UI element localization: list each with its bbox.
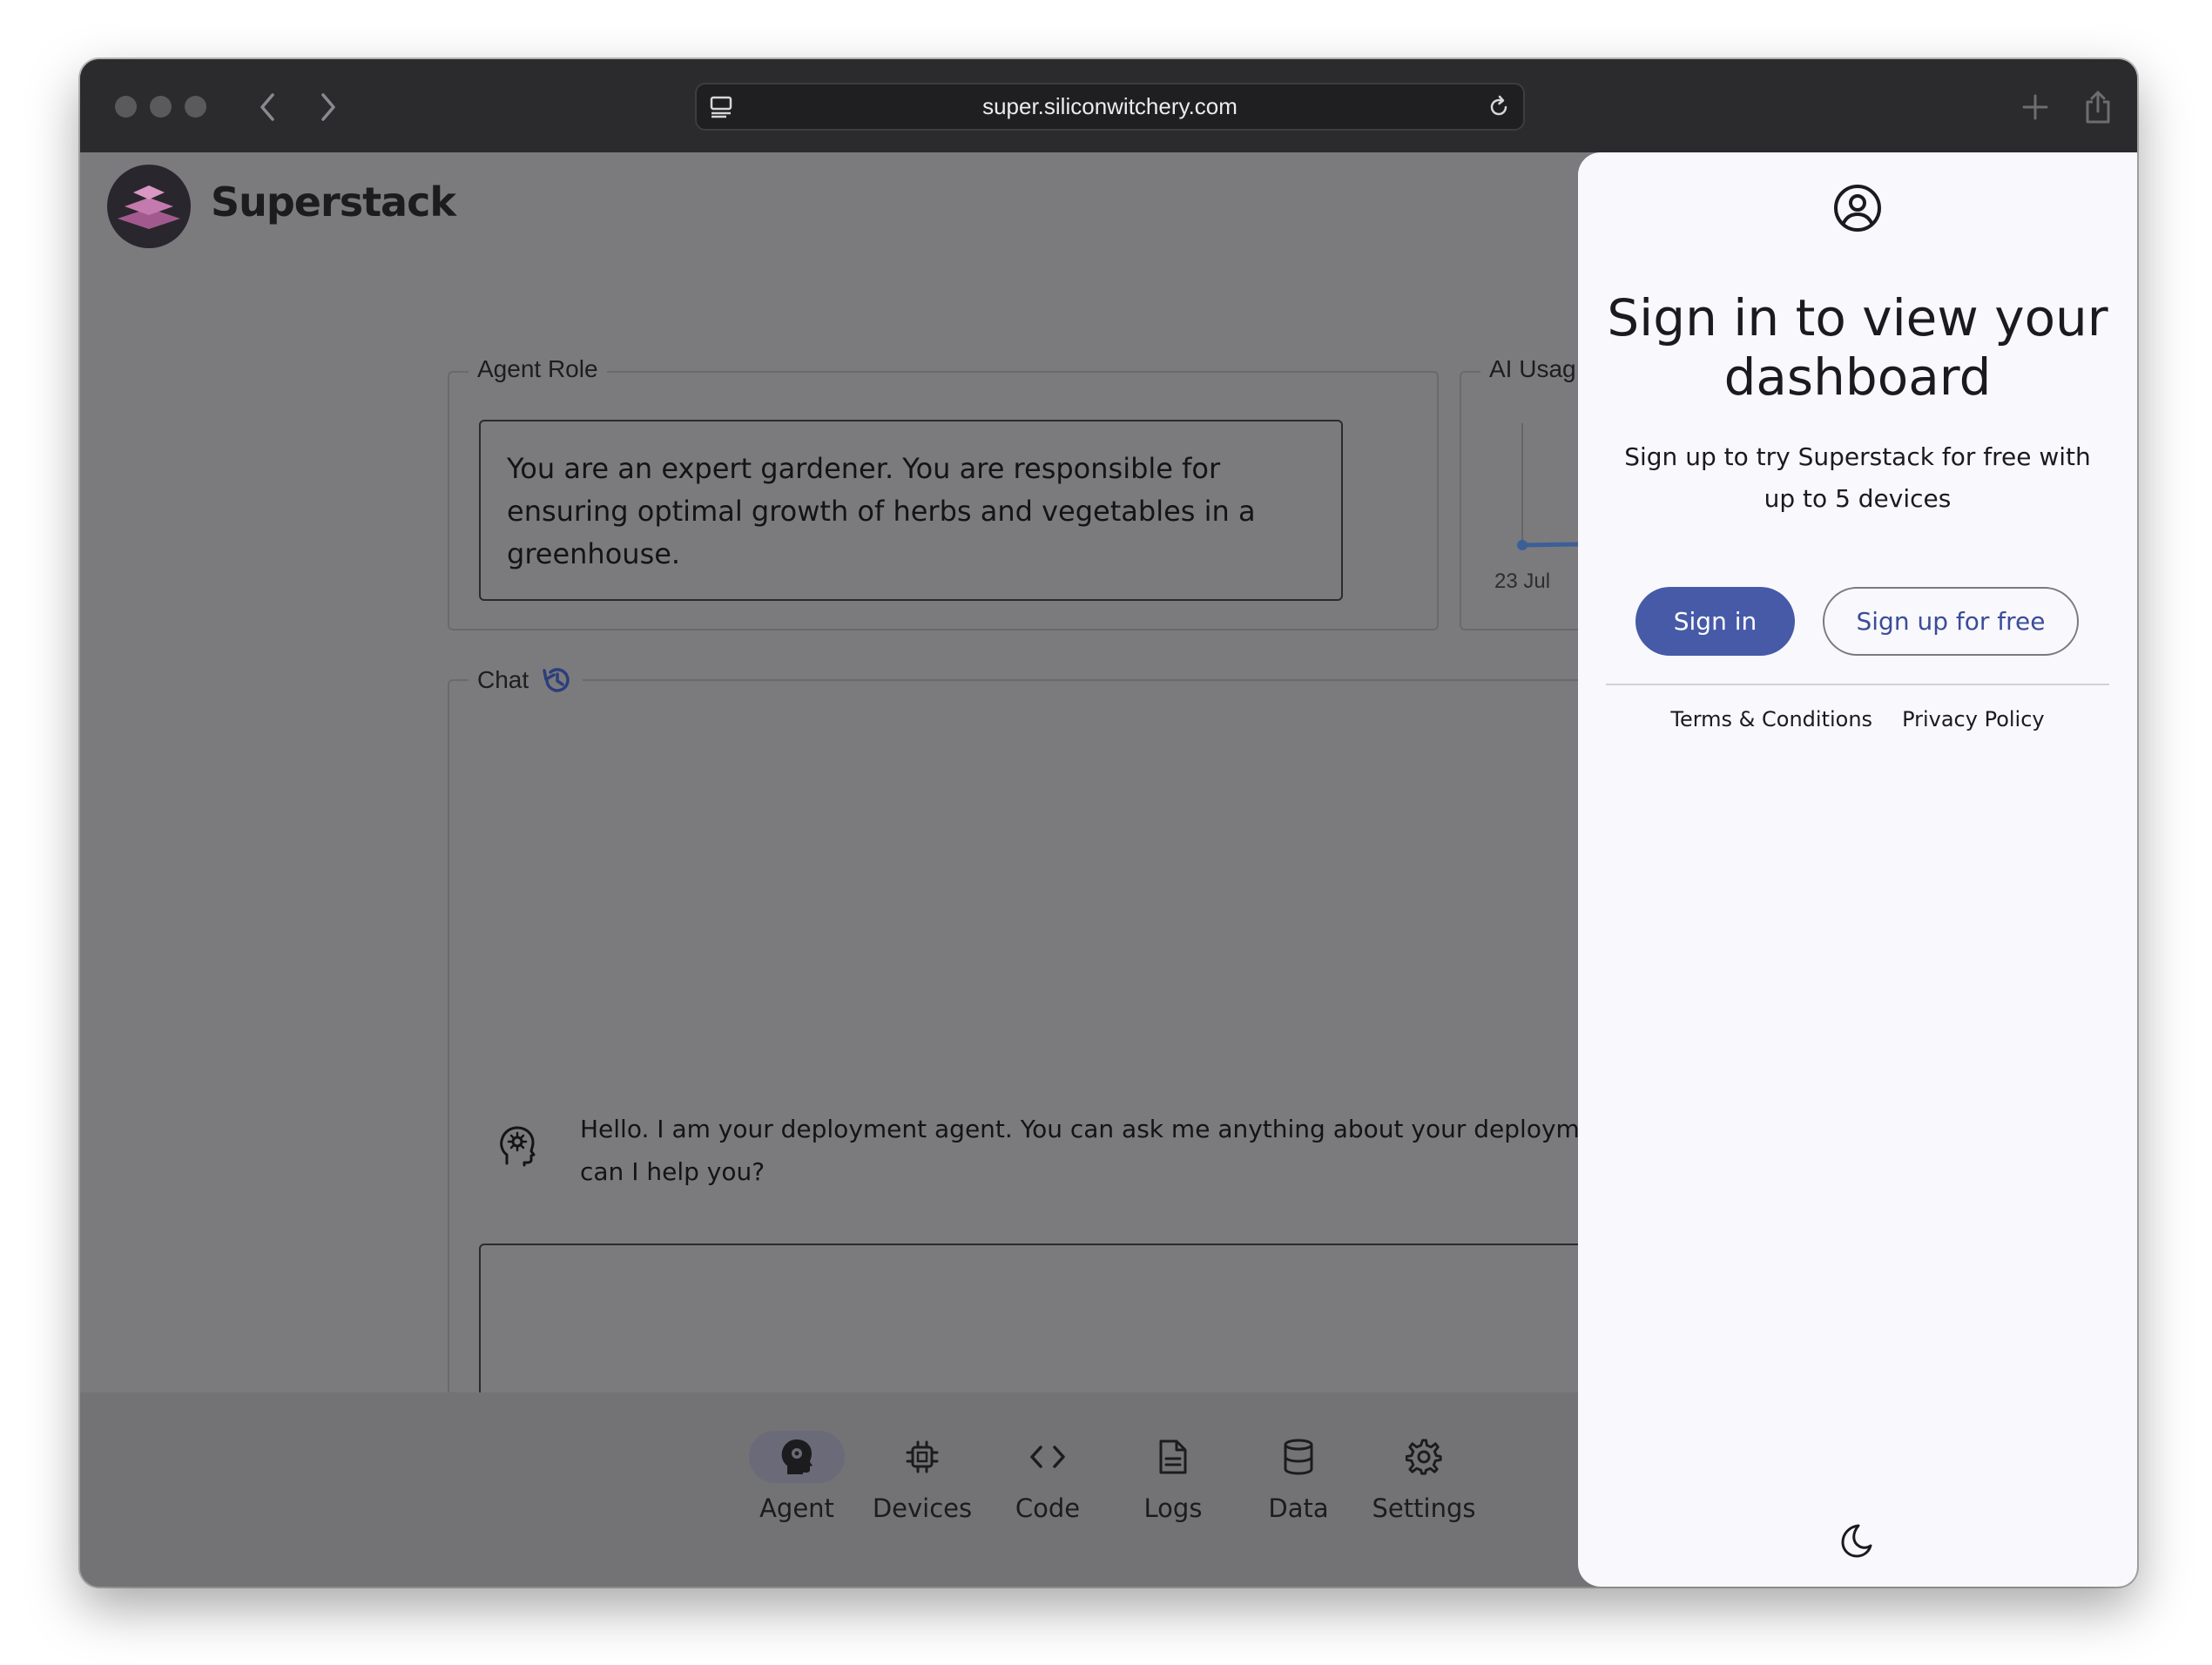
nav-agent[interactable]: Agent [745,1431,849,1523]
nav-data[interactable]: Data [1246,1431,1351,1523]
terms-link[interactable]: Terms & Conditions [1670,707,1872,731]
privacy-link[interactable]: Privacy Policy [1902,707,2045,731]
database-icon [1284,1439,1313,1475]
account-circle-icon [1834,185,1881,232]
share-button[interactable] [2076,85,2120,129]
nav-devices[interactable]: Devices [870,1431,974,1523]
agent-icon [781,1439,813,1474]
sign-in-button[interactable]: Sign in [1635,587,1795,656]
signin-title: Sign in to view your dashboard [1607,288,2108,407]
usage-date-label: 23 Jul [1494,570,1551,593]
chat-section: Chat Hello. I am your deployment agent. … [448,664,1667,1429]
chevron-left-icon [260,93,274,121]
agent-role-section: Agent Role You are an expert gardener. Y… [448,355,1439,630]
signin-drawer: Sign in to view your dashboard Sign up t… [1578,152,2137,1587]
chat-input[interactable] [479,1244,1611,1397]
dark-mode-icon[interactable] [1836,1521,1874,1560]
close-window-button[interactable] [115,96,137,118]
nav-logs[interactable]: Logs [1121,1431,1225,1523]
chevron-right-icon [321,93,335,121]
share-icon [2086,91,2110,124]
new-tab-button[interactable] [2013,85,2057,129]
legal-links: Terms & Conditions Privacy Policy [1578,707,2137,731]
signin-subtitle: Sign up to try Superstack for free with … [1624,442,2091,513]
agent-avatar-icon [500,1126,536,1167]
divider [1606,684,2109,685]
url-text: super.siliconwitchery.com [982,93,1238,119]
browser-window: super.siliconwitchery.com Superstack Age… [80,59,2137,1587]
nav-code[interactable]: Code [995,1431,1100,1523]
chip-icon [906,1440,939,1473]
page-settings-icon[interactable] [709,95,733,119]
brand-name: Superstack [211,179,456,226]
back-button[interactable] [246,85,289,129]
forward-button[interactable] [307,85,350,129]
nav-settings[interactable]: Settings [1372,1431,1476,1523]
plus-icon [2022,94,2048,120]
minimize-window-button[interactable] [150,96,172,118]
sign-up-button[interactable]: Sign up for free [1823,587,2079,656]
address-bar[interactable]: super.siliconwitchery.com [695,83,1525,131]
agent-chat-message: Hello. I am your deployment agent. You c… [580,1115,1653,1186]
gear-icon [1406,1439,1442,1475]
zoom-window-button[interactable] [185,96,206,118]
app-logo[interactable] [107,165,191,248]
browser-toolbar: super.siliconwitchery.com [80,59,2137,152]
document-icon [1159,1439,1187,1474]
agent-role-textarea[interactable]: You are an expert gardener. You are resp… [479,420,1343,601]
usage-data-point [1517,540,1527,550]
agent-role-legend: Agent Role [469,355,607,383]
ai-usage-legend: AI Usag [1480,355,1585,383]
history-icon[interactable] [541,664,574,697]
stack-logo-icon [118,185,180,229]
chat-legend: Chat [469,664,583,697]
reload-icon[interactable] [1487,95,1511,119]
code-icon [1030,1446,1065,1468]
